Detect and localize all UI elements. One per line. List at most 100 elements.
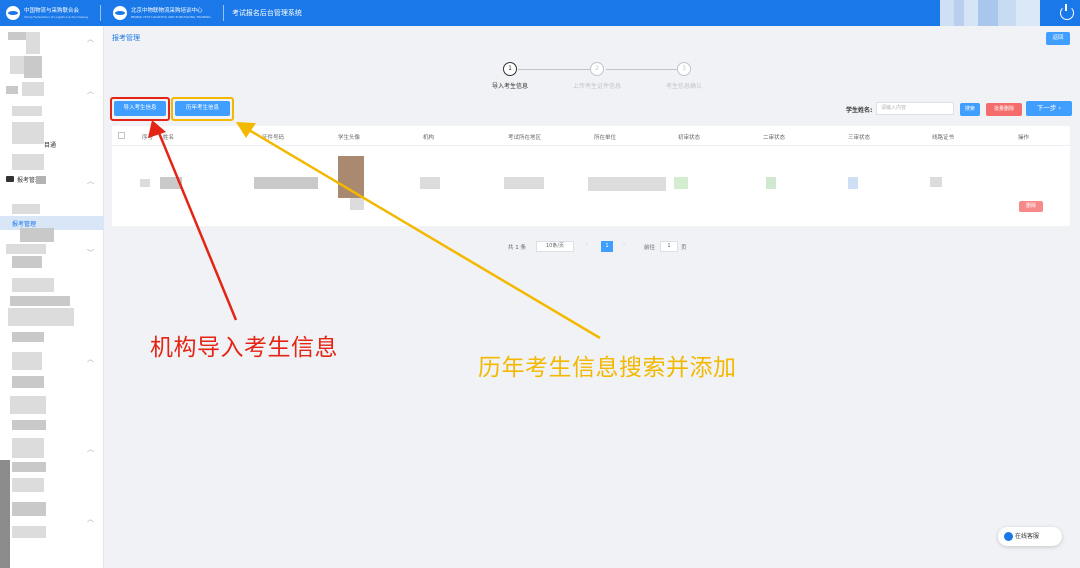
col-header: 证件号码 [262, 135, 285, 141]
blurred-menu-item[interactable] [12, 204, 40, 214]
step-1-circle: 1 [503, 62, 517, 76]
blurred-menu-item[interactable] [12, 256, 42, 268]
col-header: 学生头像 [338, 135, 361, 141]
blurred-menu-item[interactable] [24, 56, 42, 78]
annotation-red-box [110, 97, 170, 121]
blurred-menu-item[interactable] [12, 122, 44, 144]
col-header: 初审状态 [678, 135, 701, 141]
step-2-label: 上传考生证件信息 [572, 83, 621, 90]
student-avatar-blurred [338, 156, 364, 198]
blurred-menu-item[interactable] [12, 154, 44, 170]
blurred-menu-item[interactable] [8, 308, 74, 326]
batch-delete-button[interactable]: 批量删除 [986, 103, 1022, 116]
blurred-menu-item[interactable] [12, 376, 44, 388]
col-header: 线路证书 [932, 135, 955, 141]
blurred-menu-item[interactable] [6, 244, 46, 254]
student-name-search-input[interactable]: 请输入内容 [876, 102, 954, 115]
col-header: 三审状态 [848, 135, 871, 141]
col-header: 操作 [1018, 135, 1030, 141]
blurred-avatar-edge [350, 198, 364, 210]
blurred-menu-item[interactable] [12, 106, 42, 116]
next-page-icon[interactable]: › [623, 242, 625, 248]
col-header: 序号 [142, 135, 154, 141]
page-1-button[interactable]: 1 [601, 241, 613, 252]
back-button[interactable]: 返回 [1046, 32, 1070, 45]
blurred-menu-item[interactable] [26, 32, 40, 54]
blurred-cell-cert [930, 177, 942, 187]
select-all-checkbox[interactable] [118, 132, 125, 139]
chevron-up-icon[interactable]: ︿ [87, 86, 94, 96]
system-title: 考试报名后台管理系统 [231, 9, 302, 17]
blurred-menu-item[interactable] [10, 396, 46, 414]
goto-label: 前往 [644, 245, 656, 251]
chevron-up-icon[interactable]: ︿ [87, 444, 94, 454]
chevron-up-icon[interactable]: ︿ [87, 514, 94, 524]
step-1: 1 导入考生信息 [480, 62, 540, 90]
blurred-menu-item[interactable] [12, 332, 44, 342]
sidebar-item-label: 报考管理 [12, 221, 37, 228]
blurred-menu-item[interactable] [12, 462, 46, 472]
status-badge-2 [766, 177, 776, 189]
chevron-up-icon[interactable]: ︿ [87, 176, 94, 186]
blurred-menu-item[interactable] [10, 296, 70, 306]
training-center-brand: 北京中物联物流采购培训中心 BEIJING CFLP LOGISTICS AND… [107, 0, 217, 26]
online-support-button[interactable]: 在线客服 [998, 527, 1062, 546]
user-info-blurred[interactable] [940, 0, 1040, 26]
page-size-select[interactable]: 10条/页 [536, 241, 574, 252]
blurred-cell-name [160, 177, 182, 189]
status-badge-3 [848, 177, 858, 189]
step-3: 3 考生信息确认 [654, 62, 714, 90]
col-header: 考试所在地区 [508, 135, 542, 141]
status-badge-1 [674, 177, 688, 189]
blurred-menu-item[interactable] [10, 56, 24, 74]
blurred-menu-item[interactable] [12, 526, 46, 538]
blurred-menu-item[interactable] [6, 86, 18, 94]
annotation-red-text: 机构导入考生信息 [150, 335, 338, 361]
chevron-up-icon[interactable]: ︿ [87, 354, 94, 364]
col-header: 机构 [423, 135, 435, 141]
col-header: 姓名 [163, 135, 175, 141]
step-3-circle: 3 [677, 62, 691, 76]
students-table: 序号 姓名 证件号码 学生头像 机构 考试所在地区 所在单位 初审状态 二审状态… [112, 126, 1070, 226]
logout-power-icon[interactable] [1060, 4, 1074, 20]
org2-name: 北京中物联物流采购培训中心 [130, 7, 203, 14]
chevron-down-icon[interactable]: ﹀ [87, 248, 94, 258]
col-header: 二审状态 [763, 135, 786, 141]
top-navbar: 中国物流与采购联合会 China Federation of Logistics… [0, 0, 1080, 26]
step-3-label: 考生信息确认 [665, 83, 702, 90]
org1-subtitle: China Federation of Logistics & Purchasi… [24, 14, 88, 19]
divider [99, 5, 101, 21]
next-step-button[interactable]: 下一步 › [1026, 101, 1072, 116]
blurred-cell-unit [588, 177, 666, 191]
blurred-cell-org [420, 177, 440, 189]
blurred-menu-item[interactable] [22, 82, 44, 96]
blurred-cell-index [140, 179, 150, 187]
step-2-circle: 2 [590, 62, 604, 76]
annotation-orange-text: 历年考生信息搜索并添加 [478, 355, 737, 381]
breadcrumb[interactable]: 报考管理 [112, 33, 140, 43]
sidebar-item-partial[interactable]: 目通 [44, 140, 56, 149]
blurred-cell-id [254, 177, 318, 189]
goto-page-input[interactable]: 1 [660, 241, 678, 252]
prev-page-icon[interactable]: ‹ [586, 242, 588, 248]
blurred-menu-item[interactable] [12, 438, 44, 458]
graduation-cap-icon [6, 176, 14, 182]
delete-row-button[interactable]: 删除 [1019, 201, 1043, 212]
blurred-menu-item[interactable] [12, 420, 46, 430]
table-header: 序号 姓名 证件号码 学生头像 机构 考试所在地区 所在单位 初审状态 二审状态… [112, 126, 1070, 146]
blurred-menu-item[interactable] [12, 502, 46, 516]
blurred-menu-item[interactable] [36, 176, 46, 184]
blurred-cell-region [504, 177, 544, 189]
chevron-up-icon[interactable]: ︿ [87, 34, 94, 44]
cflp-logo-icon [6, 6, 20, 20]
table-row: 删除 [112, 147, 1070, 225]
step-indicator: 1 导入考生信息 2 上传考生证件信息 3 考生信息确认 [480, 62, 720, 92]
step-1-label: 导入考生信息 [491, 83, 528, 90]
org1-name: 中国物流与采购联合会 [24, 7, 80, 14]
blurred-menu-item[interactable] [12, 278, 54, 292]
search-button[interactable]: 搜索 [960, 103, 980, 116]
blurred-menu-item[interactable] [20, 228, 54, 242]
search-label: 学生姓名: [846, 107, 873, 114]
blurred-menu-item[interactable] [12, 478, 44, 492]
blurred-menu-item[interactable] [12, 352, 42, 370]
